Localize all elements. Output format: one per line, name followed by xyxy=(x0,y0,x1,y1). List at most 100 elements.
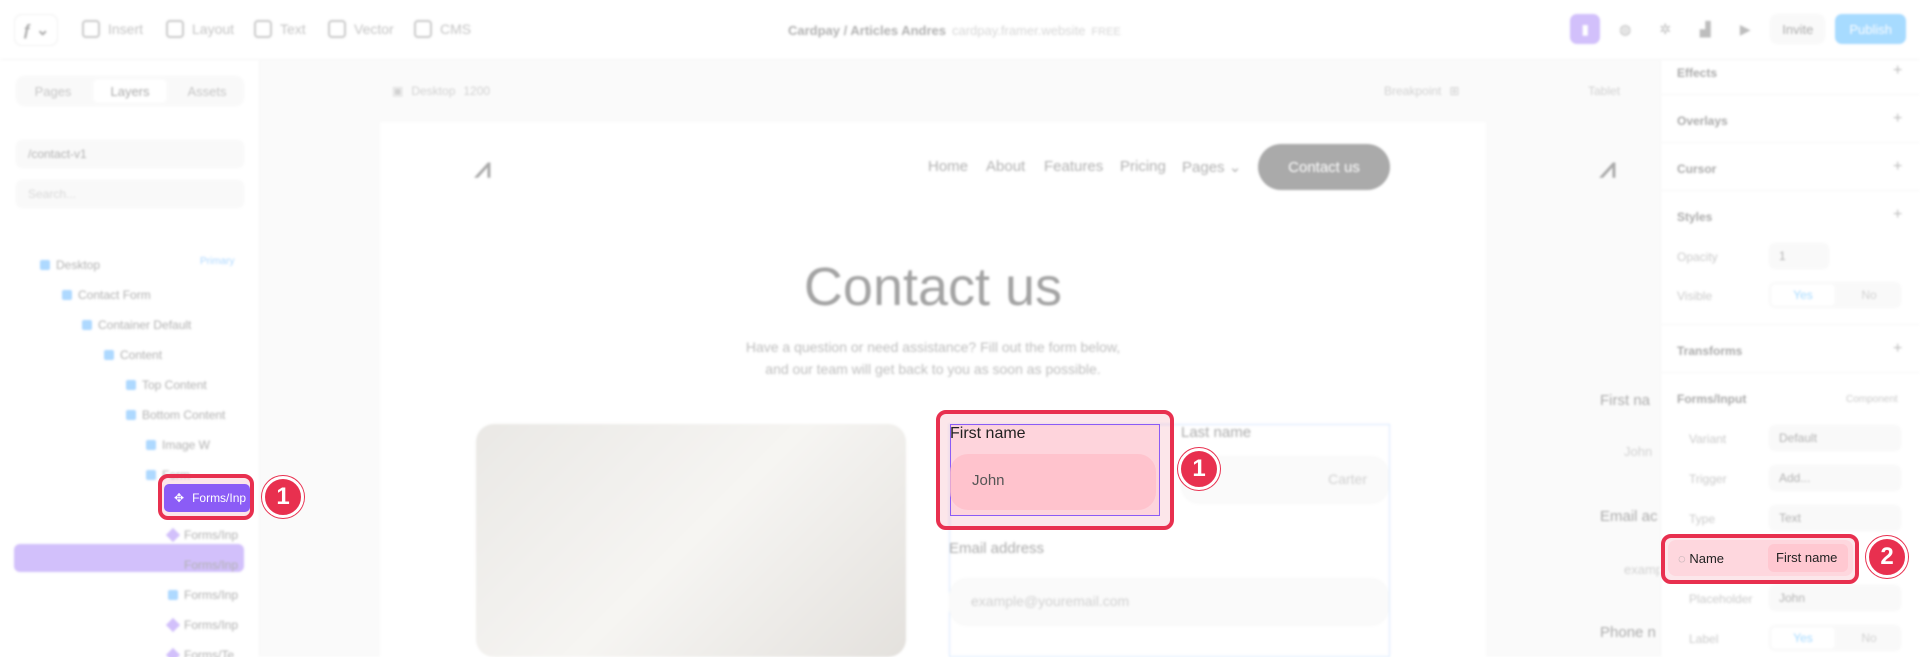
tab-pages[interactable]: Pages xyxy=(16,76,90,106)
tablet-email: Email ac xyxy=(1600,508,1658,525)
layer-forms-input-3[interactable]: Forms/Inp xyxy=(165,555,238,575)
framer-menu-button[interactable]: ƒ ⌄ xyxy=(14,14,58,46)
variant-label: Variant xyxy=(1689,432,1727,446)
layers-search-input[interactable]: Search... xyxy=(16,180,244,208)
contact-us-button[interactable]: Contact us xyxy=(1258,144,1390,190)
layout-icon xyxy=(166,20,184,38)
layer-forms-input-2[interactable]: Forms/Inp xyxy=(165,525,238,545)
layer-contact-form[interactable]: Contact Form xyxy=(62,285,151,305)
tablet-phone: Phone n xyxy=(1600,624,1656,641)
cursor-section[interactable]: Cursor xyxy=(1677,162,1716,176)
name-label: ◌ Name xyxy=(1678,551,1725,566)
plus-icon[interactable]: + xyxy=(1893,340,1902,358)
first-name-label: First name xyxy=(950,425,1026,442)
opacity-input[interactable]: 1 xyxy=(1769,243,1829,269)
tab-layers[interactable]: Layers xyxy=(93,79,167,103)
opacity-label: Opacity xyxy=(1677,250,1718,264)
tab-assets[interactable]: Assets xyxy=(170,76,244,106)
email-input[interactable]: example@youremail.com xyxy=(949,578,1389,626)
frame-icon xyxy=(168,590,178,600)
text-tool[interactable]: Text xyxy=(254,20,306,38)
gear-icon[interactable]: ✲ xyxy=(1650,14,1680,44)
layer-image-wrapper[interactable]: Image W xyxy=(146,435,210,455)
vector-tool[interactable]: Vector xyxy=(328,20,394,38)
step-badge-1b: 1 xyxy=(1178,448,1220,490)
transforms-section[interactable]: Transforms xyxy=(1677,344,1742,358)
component-tag: Component xyxy=(1846,394,1898,405)
nav-pages[interactable]: Pages ⌄ xyxy=(1182,158,1241,176)
placeholder-input[interactable]: John xyxy=(1769,585,1901,611)
type-label: Type xyxy=(1689,512,1716,526)
insert-tool[interactable]: Insert xyxy=(82,20,143,38)
overlays-section[interactable]: Overlays xyxy=(1677,114,1728,128)
chart-icon[interactable]: ▮ xyxy=(1570,14,1601,44)
plus-icon: ⊞ xyxy=(1449,84,1460,98)
page-select[interactable]: /contact-v1 xyxy=(16,140,244,168)
tablet-first-placeholder: John xyxy=(1624,444,1653,459)
plus-icon[interactable]: + xyxy=(1893,110,1902,128)
bar-chart-icon[interactable]: ▟ xyxy=(1690,14,1720,44)
nav-about[interactable]: About xyxy=(986,158,1025,175)
frame-icon xyxy=(146,440,156,450)
divider xyxy=(1661,372,1920,373)
styles-section[interactable]: Styles xyxy=(1677,210,1712,224)
component-icon xyxy=(165,617,181,633)
layout-tool[interactable]: Layout xyxy=(166,20,234,38)
plus-icon[interactable]: + xyxy=(1893,158,1902,176)
framer-app-dimmed: ƒ ⌄ Insert Layout Text Vector CMS Cardpa… xyxy=(0,0,1920,657)
project-title[interactable]: Cardpay / Articles Andres cardpay.framer.… xyxy=(788,23,1121,38)
breakpoint-button[interactable]: Breakpoint ⊞ xyxy=(1384,84,1459,98)
nav-features[interactable]: Features xyxy=(1044,158,1103,175)
trigger-label: Trigger xyxy=(1689,472,1727,486)
component-icon xyxy=(165,647,181,657)
layer-content[interactable]: Content xyxy=(104,345,162,365)
dot-icon: ◌ xyxy=(1678,551,1690,566)
top-toolbar: ƒ ⌄ Insert Layout Text Vector CMS Cardpa… xyxy=(0,0,1920,60)
invite-button[interactable]: Invite xyxy=(1770,14,1826,44)
globe-icon[interactable]: ◍ xyxy=(1610,14,1640,44)
visible-toggle[interactable]: Yes No xyxy=(1769,282,1901,308)
type-select[interactable]: Text xyxy=(1769,505,1901,531)
divider xyxy=(1661,142,1920,143)
frame-icon xyxy=(40,260,50,270)
variant-select[interactable]: Default xyxy=(1769,425,1901,451)
tablet-logo: ⩘ xyxy=(1600,152,1616,183)
plus-icon[interactable]: + xyxy=(1893,62,1902,80)
layer-top-content[interactable]: Top Content xyxy=(126,375,207,395)
label-label: Label xyxy=(1689,632,1719,646)
frame-icon xyxy=(126,410,136,420)
layer-forms-textarea[interactable]: Forms/Te xyxy=(165,645,234,657)
effects-section[interactable]: Effects xyxy=(1677,66,1717,80)
frame-icon xyxy=(126,380,136,390)
play-icon[interactable]: ▶ xyxy=(1730,14,1760,44)
desktop-frame-label[interactable]: ▣ Desktop 1200 xyxy=(392,84,490,98)
layer-bottom-content[interactable]: Bottom Content xyxy=(126,405,225,425)
layer-desktop[interactable]: Desktop xyxy=(40,255,100,275)
layers-panel: Pages Layers Assets /contact-v1 Search..… xyxy=(0,60,260,657)
plus-icon[interactable]: + xyxy=(1893,206,1902,224)
tablet-frame-label[interactable]: Tablet xyxy=(1588,84,1620,98)
primary-tag: Primary xyxy=(200,256,235,267)
selected-layer-forms-input[interactable]: ✥ Forms/Inp xyxy=(164,484,250,512)
trigger-input[interactable]: Add... xyxy=(1769,465,1901,491)
pen-icon xyxy=(328,20,346,38)
label-toggle[interactable]: Yes No xyxy=(1769,625,1901,651)
layer-forms-input-4[interactable]: Forms/Inp xyxy=(168,585,238,605)
step-badge-2: 2 xyxy=(1866,536,1908,578)
publish-button[interactable]: Publish xyxy=(1835,14,1906,44)
placeholder-label: Placeholder xyxy=(1689,592,1753,606)
play-icon: ▣ xyxy=(392,84,404,98)
layer-forms-input-5[interactable]: Forms/Inp xyxy=(165,615,238,635)
layer-container[interactable]: Container Default xyxy=(82,315,191,335)
email-label: Email address xyxy=(949,540,1045,557)
component-icon: ✥ xyxy=(174,491,185,505)
frame-icon xyxy=(104,350,114,360)
frame-icon xyxy=(82,320,92,330)
name-input[interactable]: First name xyxy=(1768,544,1848,572)
text-icon xyxy=(254,20,272,38)
first-name-input[interactable]: John xyxy=(950,454,1156,510)
cms-tool[interactable]: CMS xyxy=(414,20,471,38)
toolbar-right: ▮ ◍ ✲ ▟ ▶ Invite Publish xyxy=(1570,14,1906,44)
nav-home[interactable]: Home xyxy=(928,158,968,175)
nav-pricing[interactable]: Pricing xyxy=(1120,158,1166,175)
